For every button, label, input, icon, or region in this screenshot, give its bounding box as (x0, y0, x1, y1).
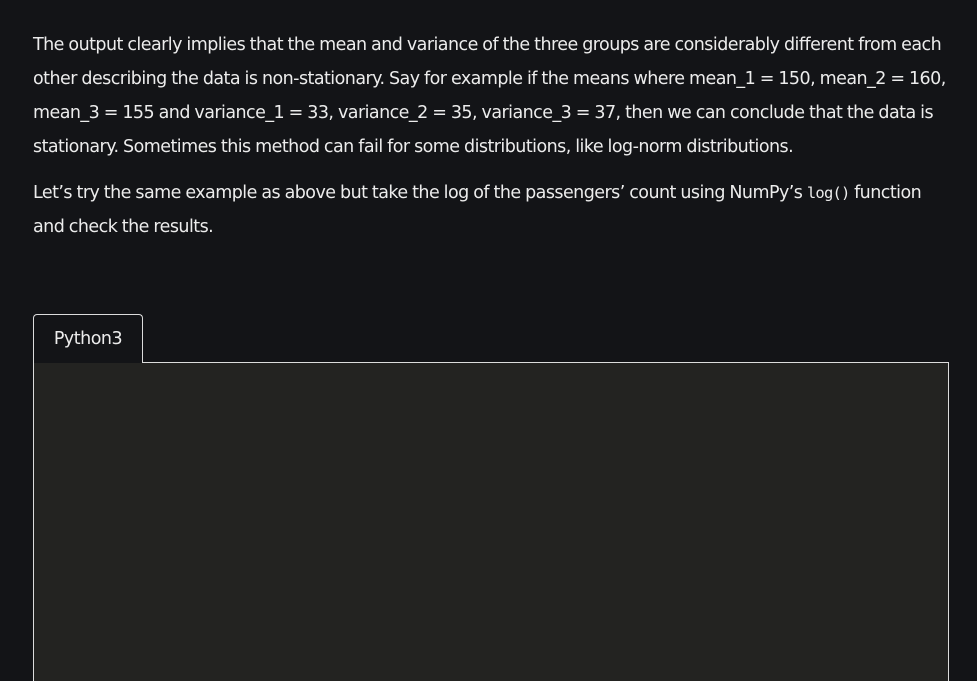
tab-connector (34, 361, 142, 363)
article-body: The output clearly implies that the mean… (33, 28, 953, 244)
code-editor-panel[interactable] (33, 362, 949, 681)
language-tab-label: Python3 (53, 328, 123, 349)
article-paragraph: The output clearly implies that the mean… (33, 35, 946, 157)
paragraph-text: Let’s try the same example as above but … (33, 183, 807, 203)
article-paragraph: Let’s try the same example as above but … (33, 176, 953, 244)
language-tab-python3[interactable]: Python3 (33, 314, 143, 362)
inline-code-log: log() (806, 184, 850, 202)
